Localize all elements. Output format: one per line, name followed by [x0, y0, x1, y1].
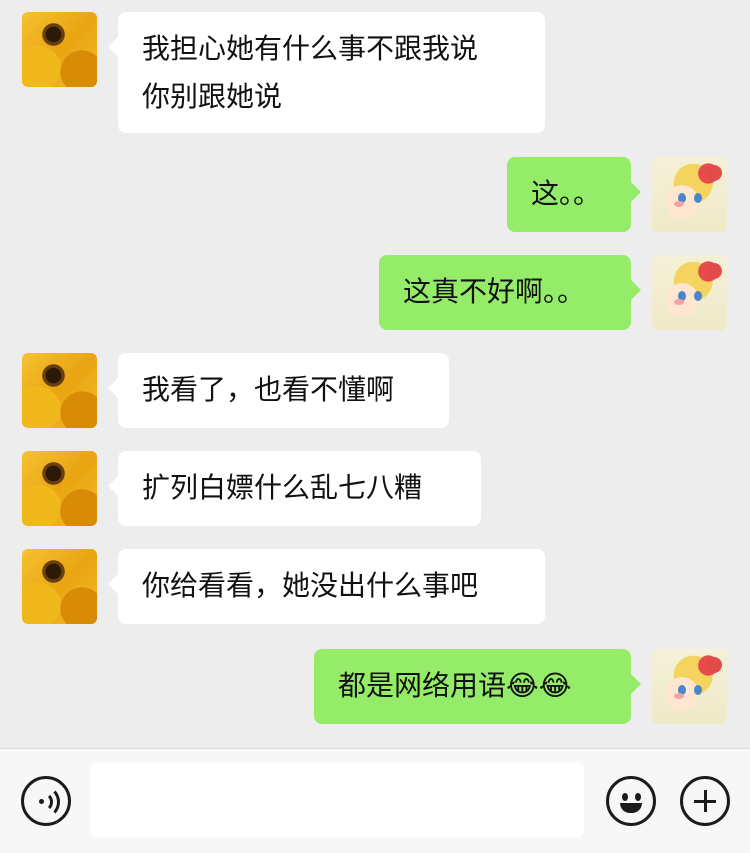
- emoji-icon: [622, 793, 628, 801]
- sunflower-avatar[interactable]: [22, 12, 97, 87]
- message-line: 你别跟她说: [142, 80, 283, 113]
- incoming-message-bubble[interactable]: 扩列白嫖什么乱七八糟: [108, 451, 481, 526]
- emoji-icon: [620, 803, 642, 813]
- anime-girl-avatar[interactable]: [652, 157, 727, 232]
- hair-bow-icon: [706, 657, 722, 673]
- anime-girl-avatar[interactable]: [652, 255, 727, 330]
- message-input[interactable]: [90, 763, 584, 837]
- voice-wave-icon: [30, 786, 60, 818]
- message-text: 你给看看，她没出什么事吧: [142, 569, 479, 602]
- plus-button[interactable]: [680, 776, 730, 826]
- message-text: 我看了，也看不懂啊: [142, 373, 395, 406]
- hair-bow-icon: [706, 165, 722, 181]
- outgoing-message-bubble[interactable]: 这真不好啊。。: [379, 255, 641, 330]
- message-line: 我担心她有什么事不跟我说: [142, 32, 479, 65]
- incoming-message-bubble[interactable]: 我看了，也看不懂啊: [108, 353, 449, 428]
- cheek-icon: [674, 201, 684, 207]
- sunflower-avatar[interactable]: [22, 451, 97, 526]
- incoming-message-bubble[interactable]: 你给看看，她没出什么事吧: [108, 549, 545, 624]
- hair-bow-icon: [706, 263, 722, 279]
- plus-icon: [703, 790, 707, 812]
- message-text: 扩列白嫖什么乱七八糟: [142, 471, 423, 504]
- outgoing-message-bubble[interactable]: 都是网络用语😂😂: [314, 649, 641, 724]
- emoji-icon: [635, 793, 641, 801]
- emoji-button[interactable]: [606, 776, 656, 826]
- chat-area: 我担心她有什么事不跟我说 你别跟她说 这。。 这真不好啊。。 我看了，也看不懂啊…: [0, 0, 750, 748]
- message-text: 这。。: [531, 177, 602, 210]
- eye-icon: [694, 685, 702, 695]
- anime-girl-avatar[interactable]: [652, 649, 727, 724]
- eye-icon: [694, 193, 702, 203]
- sunflower-avatar[interactable]: [22, 549, 97, 624]
- cheek-icon: [674, 299, 684, 305]
- outgoing-message-bubble[interactable]: 这。。: [507, 157, 641, 232]
- message-text: 都是网络用语😂😂: [338, 669, 572, 702]
- voice-button[interactable]: [21, 776, 71, 826]
- message-text: 这真不好啊。。: [403, 275, 586, 308]
- input-toolbar: [0, 748, 750, 853]
- eye-icon: [694, 291, 702, 301]
- incoming-message-bubble[interactable]: 我担心她有什么事不跟我说 你别跟她说: [108, 12, 545, 133]
- sunflower-avatar[interactable]: [22, 353, 97, 428]
- cheek-icon: [674, 693, 684, 699]
